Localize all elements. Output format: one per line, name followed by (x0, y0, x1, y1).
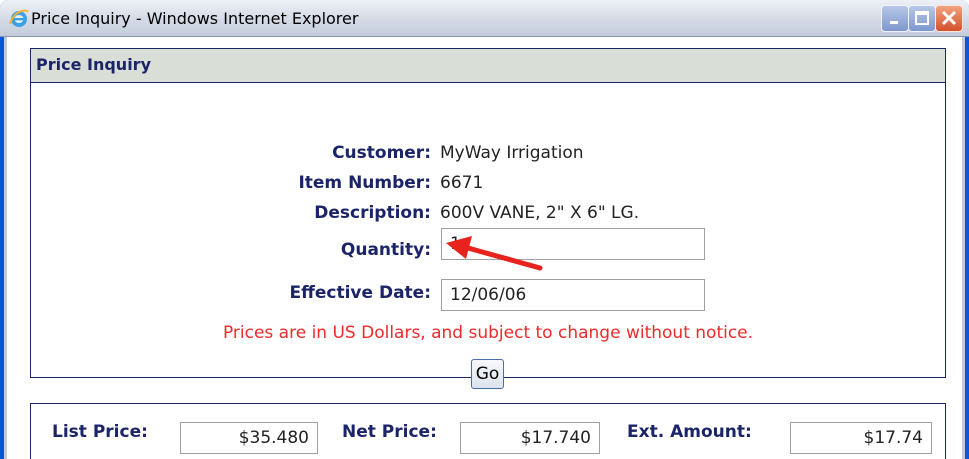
net-price-field[interactable]: $17.740 (460, 422, 600, 454)
customer-label: Customer: (332, 143, 431, 163)
window-title: Price Inquiry - Windows Internet Explore… (31, 9, 359, 28)
price-inquiry-panel: Price Inquiry Customer: MyWay Irrigation… (30, 48, 946, 389)
go-button[interactable]: Go (471, 359, 504, 389)
close-icon (941, 10, 957, 26)
effective-date-input[interactable]: 12/06/06 (441, 279, 705, 311)
maximize-button[interactable] (908, 5, 936, 32)
item-number-value: 6671 (440, 173, 484, 193)
description-label: Description: (314, 203, 431, 223)
minimize-icon (890, 21, 898, 24)
quantity-input[interactable]: 1 (441, 228, 705, 260)
ext-amount-field[interactable]: $17.74 (790, 422, 932, 454)
close-button[interactable] (935, 5, 963, 32)
quantity-label: Quantity: (340, 240, 431, 260)
item-number-label: Item Number: (298, 173, 431, 193)
ie-icon (9, 9, 29, 27)
pricing-panel: List Price: $35.480 Net Price: $17.740 E… (30, 403, 946, 459)
list-price-field[interactable]: $35.480 (180, 422, 318, 454)
effective-date-label: Effective Date: (289, 283, 431, 303)
panel-header: Price Inquiry (31, 49, 945, 83)
customer-value: MyWay Irrigation (440, 143, 584, 163)
title-bar[interactable]: Price Inquiry - Windows Internet Explore… (0, 0, 969, 37)
browser-window: Price Inquiry - Windows Internet Explore… (0, 0, 969, 459)
maximize-icon (915, 11, 929, 25)
net-price-label: Net Price: (342, 422, 437, 442)
panel-title: Price Inquiry (36, 55, 151, 74)
list-price-label: List Price: (52, 422, 148, 442)
price-notice: Prices are in US Dollars, and subject to… (222, 323, 754, 343)
ext-amount-label: Ext. Amount: (627, 422, 752, 442)
description-value: 600V VANE, 2" X 6" LG. (440, 203, 640, 223)
minimize-button[interactable] (881, 5, 909, 32)
